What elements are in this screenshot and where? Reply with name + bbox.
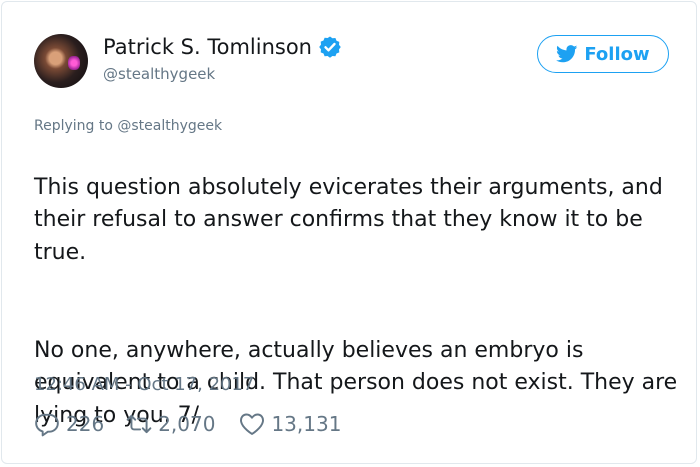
retweet-button[interactable]: 2,070 [126, 411, 215, 437]
tweet-paragraph-1: This question absolutely evicerates thei… [34, 174, 663, 265]
tweet-card: Patrick S. Tomlinson @stealthygeek Follo… [1, 1, 697, 464]
avatar-light-decoration [68, 56, 80, 70]
follow-label: Follow [584, 43, 650, 65]
follow-button[interactable]: Follow [537, 35, 669, 73]
retweet-count: 2,070 [158, 412, 216, 436]
reply-icon [35, 413, 59, 437]
heart-icon [240, 413, 265, 435]
author-name[interactable]: Patrick S. Tomlinson [103, 35, 312, 59]
twitter-bird-icon [556, 45, 578, 63]
author-handle[interactable]: @stealthygeek [103, 65, 215, 83]
like-button[interactable]: 13,131 [239, 411, 341, 437]
avatar[interactable] [34, 34, 88, 88]
replying-to[interactable]: Replying to @stealthygeek [34, 118, 222, 134]
like-count: 13,131 [271, 412, 342, 436]
tweet-timestamp[interactable]: 12:46 AM - Oct 17, 2017 [34, 374, 254, 395]
verified-badge-icon [318, 35, 342, 59]
author-row: Patrick S. Tomlinson [103, 35, 342, 59]
retweet-icon [126, 414, 152, 434]
reply-count: 226 [66, 412, 105, 436]
reply-button[interactable]: 226 [34, 411, 104, 437]
tweet-actions: 226 2,070 13,131 [34, 411, 341, 437]
